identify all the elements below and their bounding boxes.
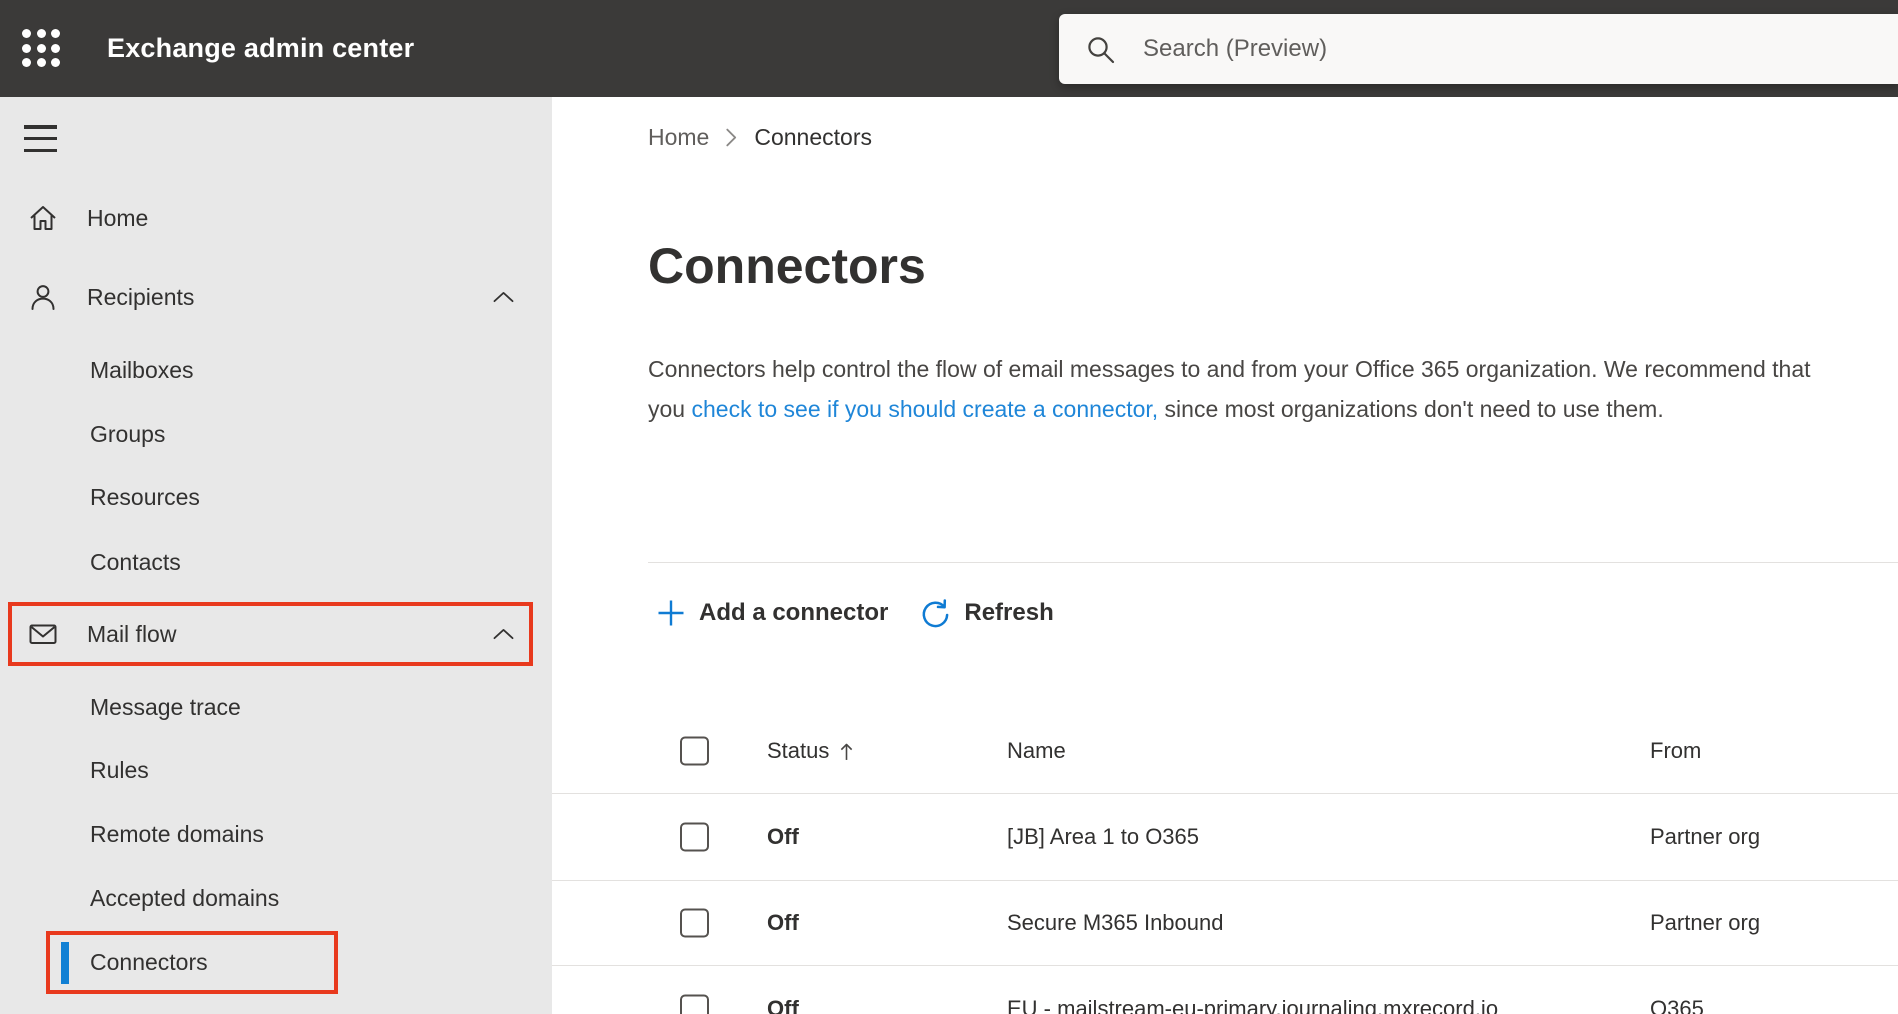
cell-status: Off — [767, 824, 799, 849]
cell-status: Off — [767, 910, 799, 935]
nav-collapse-hamburger-icon[interactable] — [24, 125, 57, 152]
refresh-icon — [922, 598, 949, 627]
sidebar-item-label: Contacts — [90, 548, 181, 575]
app-title: Exchange admin center — [107, 33, 415, 63]
sidebar-item-label: Mail flow — [87, 620, 177, 647]
cell-name: Secure M365 Inbound — [1007, 910, 1224, 935]
add-connector-button[interactable]: Add a connector — [656, 598, 888, 628]
sidebar-item-mailboxes[interactable]: Mailboxes — [0, 338, 552, 402]
sidebar-item-label: Mailboxes — [90, 356, 194, 383]
command-bar: Add a connector Refresh — [656, 587, 1054, 639]
sidebar-item-rules[interactable]: Rules — [0, 738, 552, 802]
sidebar-item-label: Resources — [90, 483, 200, 510]
home-icon — [30, 206, 56, 230]
search-icon — [1088, 37, 1115, 64]
table-header-row: Status Name From — [552, 709, 1898, 794]
cell-from: Partner org — [1650, 824, 1761, 849]
table-row[interactable]: Off EU - mailstream-eu-primary.journalin… — [552, 966, 1898, 1014]
sidebar-item-connectors[interactable]: Connectors — [0, 930, 552, 994]
add-connector-label: Add a connector — [699, 599, 889, 626]
description-text: since most organizations don't need to u… — [1158, 396, 1664, 422]
row-checkbox[interactable] — [680, 994, 709, 1014]
toolbar-top-divider — [648, 562, 1898, 563]
row-checkbox[interactable] — [680, 822, 709, 852]
breadcrumb-home-link[interactable]: Home — [648, 124, 709, 151]
sidebar-item-remote-domains[interactable]: Remote domains — [0, 802, 552, 866]
table-row[interactable]: Off Secure M365 Inbound Partner org — [552, 881, 1898, 966]
search-input[interactable] — [1059, 14, 1898, 84]
column-header-status[interactable]: Status — [767, 738, 854, 764]
column-header-label: Status — [767, 738, 830, 763]
refresh-label: Refresh — [964, 599, 1054, 626]
exchange-admin-center-window: Exchange admin center Home — [0, 0, 1898, 1014]
sidebar-item-label: Accepted domains — [90, 884, 280, 911]
sidebar-item-accepted-domains[interactable]: Accepted domains — [0, 866, 552, 930]
sidebar-item-label: Home — [87, 204, 149, 231]
column-header-name[interactable]: Name — [1007, 738, 1066, 764]
create-connector-check-link[interactable]: check to see if you should create a conn… — [691, 396, 1158, 422]
sidebar-item-message-trace[interactable]: Message trace — [0, 675, 552, 739]
person-icon — [31, 285, 55, 310]
chevron-up-icon — [493, 291, 514, 303]
sidebar-item-groups[interactable]: Groups — [0, 402, 552, 466]
app-launcher-waffle-icon[interactable] — [22, 29, 60, 67]
cell-from: O365 — [1650, 995, 1704, 1014]
column-header-from[interactable]: From — [1650, 738, 1701, 764]
sidebar-item-home[interactable]: Home — [0, 186, 552, 250]
breadcrumb: Home Connectors — [648, 122, 872, 152]
sidebar-item-recipients[interactable]: Recipients — [0, 265, 552, 329]
sidebar-item-mail-flow[interactable]: Mail flow — [0, 602, 552, 666]
refresh-button[interactable]: Refresh — [918, 597, 1054, 630]
sidebar-item-label: Message trace — [90, 693, 241, 720]
cell-name: EU - mailstream-eu-primary.journaling.mx… — [1007, 995, 1499, 1014]
page-title: Connectors — [648, 238, 926, 294]
breadcrumb-current: Connectors — [754, 123, 872, 150]
sidebar-item-contacts[interactable]: Contacts — [0, 530, 552, 594]
chevron-right-icon — [726, 128, 737, 146]
sidebar-item-label: Groups — [90, 420, 166, 447]
row-checkbox[interactable] — [680, 908, 709, 938]
chevron-up-icon — [493, 628, 514, 640]
app-top-bar: Exchange admin center — [0, 0, 1898, 97]
cell-from: Partner org — [1650, 910, 1761, 935]
sidebar-item-resources[interactable]: Resources — [0, 465, 552, 529]
select-all-checkbox[interactable] — [680, 736, 709, 766]
sidebar-item-label: Connectors — [90, 948, 208, 975]
sidebar-item-label: Rules — [90, 756, 149, 783]
envelope-icon — [29, 624, 57, 644]
sidebar-item-label: Recipients — [87, 283, 195, 310]
table-row[interactable]: Off [JB] Area 1 to O365 Partner org — [552, 794, 1898, 881]
cell-name: [JB] Area 1 to O365 — [1007, 824, 1200, 849]
sidebar-item-label: Remote domains — [90, 820, 264, 847]
main-content: Home Connectors Connectors Connectors he… — [552, 97, 1898, 1014]
page-description: Connectors help control the flow of emai… — [648, 349, 1833, 429]
global-search-box[interactable] — [1059, 14, 1898, 84]
cell-status: Off — [767, 995, 799, 1014]
left-navigation-pane: Home Recipients Mailboxes Groups Resourc… — [0, 97, 552, 1014]
selected-item-indicator — [61, 942, 69, 984]
plus-icon — [658, 600, 684, 626]
sort-ascending-arrow-icon — [841, 743, 853, 760]
